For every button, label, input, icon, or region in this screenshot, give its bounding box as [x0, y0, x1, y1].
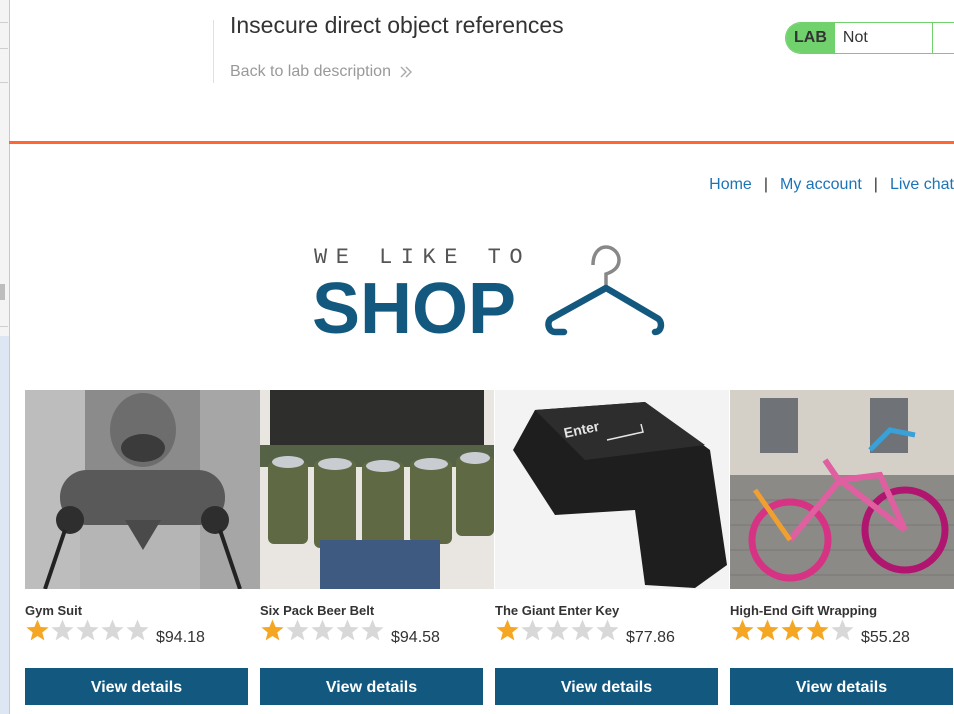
rail-highlight	[0, 336, 9, 714]
star-empty-icon	[831, 619, 854, 641]
header-orange-rule	[9, 141, 954, 144]
header-divider	[213, 20, 214, 83]
star-filled-icon	[261, 619, 284, 641]
star-filled-icon	[756, 619, 779, 641]
view-details-button[interactable]: View details	[260, 668, 483, 705]
rail-divider	[0, 22, 8, 23]
star-empty-icon	[596, 619, 619, 641]
product-card: High-End Gift Wrapping $55.28 View detai…	[730, 390, 954, 705]
double-chevron-right-icon	[400, 66, 412, 78]
star-empty-icon	[311, 619, 334, 641]
nav-home-link[interactable]: Home	[709, 176, 752, 194]
product-price: $94.58	[391, 629, 440, 646]
hanger-icon	[545, 245, 665, 336]
star-empty-icon	[76, 619, 99, 641]
star-empty-icon	[361, 619, 384, 641]
product-name: High-End Gift Wrapping	[730, 603, 878, 618]
lab-title: Insecure direct object references	[230, 12, 564, 38]
nav-my-account-link[interactable]: My account	[780, 176, 862, 194]
product-name: The Giant Enter Key	[495, 603, 620, 618]
product-card: Gym Suit $94.18 View details	[25, 390, 260, 705]
rating-stars	[495, 618, 620, 648]
nav-separator: |	[873, 176, 878, 193]
star-filled-icon	[781, 619, 804, 641]
gift-wrapping-image[interactable]	[730, 390, 954, 589]
product-name: Six Pack Beer Belt	[260, 603, 375, 618]
product-card: Six Pack Beer Belt $94.58 View details	[260, 390, 494, 705]
view-details-button[interactable]: View details	[730, 668, 953, 705]
star-filled-icon	[496, 619, 519, 641]
star-empty-icon	[546, 619, 569, 641]
star-empty-icon	[336, 619, 359, 641]
view-details-button[interactable]: View details	[495, 668, 718, 705]
rail-divider	[0, 48, 8, 49]
rating-stars	[730, 618, 855, 648]
product-price: $77.86	[626, 629, 675, 646]
product-rating: $77.86	[495, 619, 719, 648]
logo-shop-text: SHOP	[312, 269, 516, 338]
star-empty-icon	[521, 619, 544, 641]
star-empty-icon	[101, 619, 124, 641]
top-navigation: Home | My account | Live chat	[709, 176, 954, 194]
back-to-lab-description-link[interactable]: Back to lab description	[230, 63, 413, 81]
star-empty-icon	[286, 619, 309, 641]
back-link-label: Back to lab description	[230, 63, 391, 80]
star-filled-icon	[26, 619, 49, 641]
product-price: $94.18	[156, 629, 205, 646]
lab-status-text: Not solved	[834, 23, 932, 53]
star-filled-icon	[806, 619, 829, 641]
star-empty-icon	[51, 619, 74, 641]
product-price: $55.28	[861, 629, 910, 646]
product-name: Gym Suit	[25, 603, 83, 618]
star-empty-icon	[126, 619, 149, 641]
lab-badge: LAB	[786, 23, 835, 53]
gym-suit-image[interactable]	[25, 390, 260, 589]
rating-stars	[25, 618, 150, 648]
rail-divider	[0, 82, 8, 83]
beer-belt-image[interactable]	[260, 390, 494, 589]
enter-key-image[interactable]: Enter	[495, 390, 729, 589]
shop-logo: WE LIKE TO SHOP	[312, 245, 665, 338]
rail-scroll-handle[interactable]	[0, 284, 5, 300]
product-rating: $94.18	[25, 619, 249, 648]
left-scroll-rail	[0, 0, 10, 714]
product-card: Enter The Giant Enter Key $77.86 View de…	[495, 390, 729, 705]
star-filled-icon	[731, 619, 754, 641]
product-rating: $94.58	[260, 619, 484, 648]
status-flag-icon	[931, 23, 954, 53]
nav-live-chat-link[interactable]: Live chat	[890, 176, 954, 194]
rail-divider	[0, 326, 8, 327]
product-rating: $55.28	[730, 619, 954, 648]
logo-tagline: WE LIKE TO	[314, 245, 531, 270]
lab-status-widget: LAB Not solved	[785, 22, 954, 54]
rating-stars	[260, 618, 385, 648]
nav-separator: |	[763, 176, 768, 193]
view-details-button[interactable]: View details	[25, 668, 248, 705]
star-empty-icon	[571, 619, 594, 641]
